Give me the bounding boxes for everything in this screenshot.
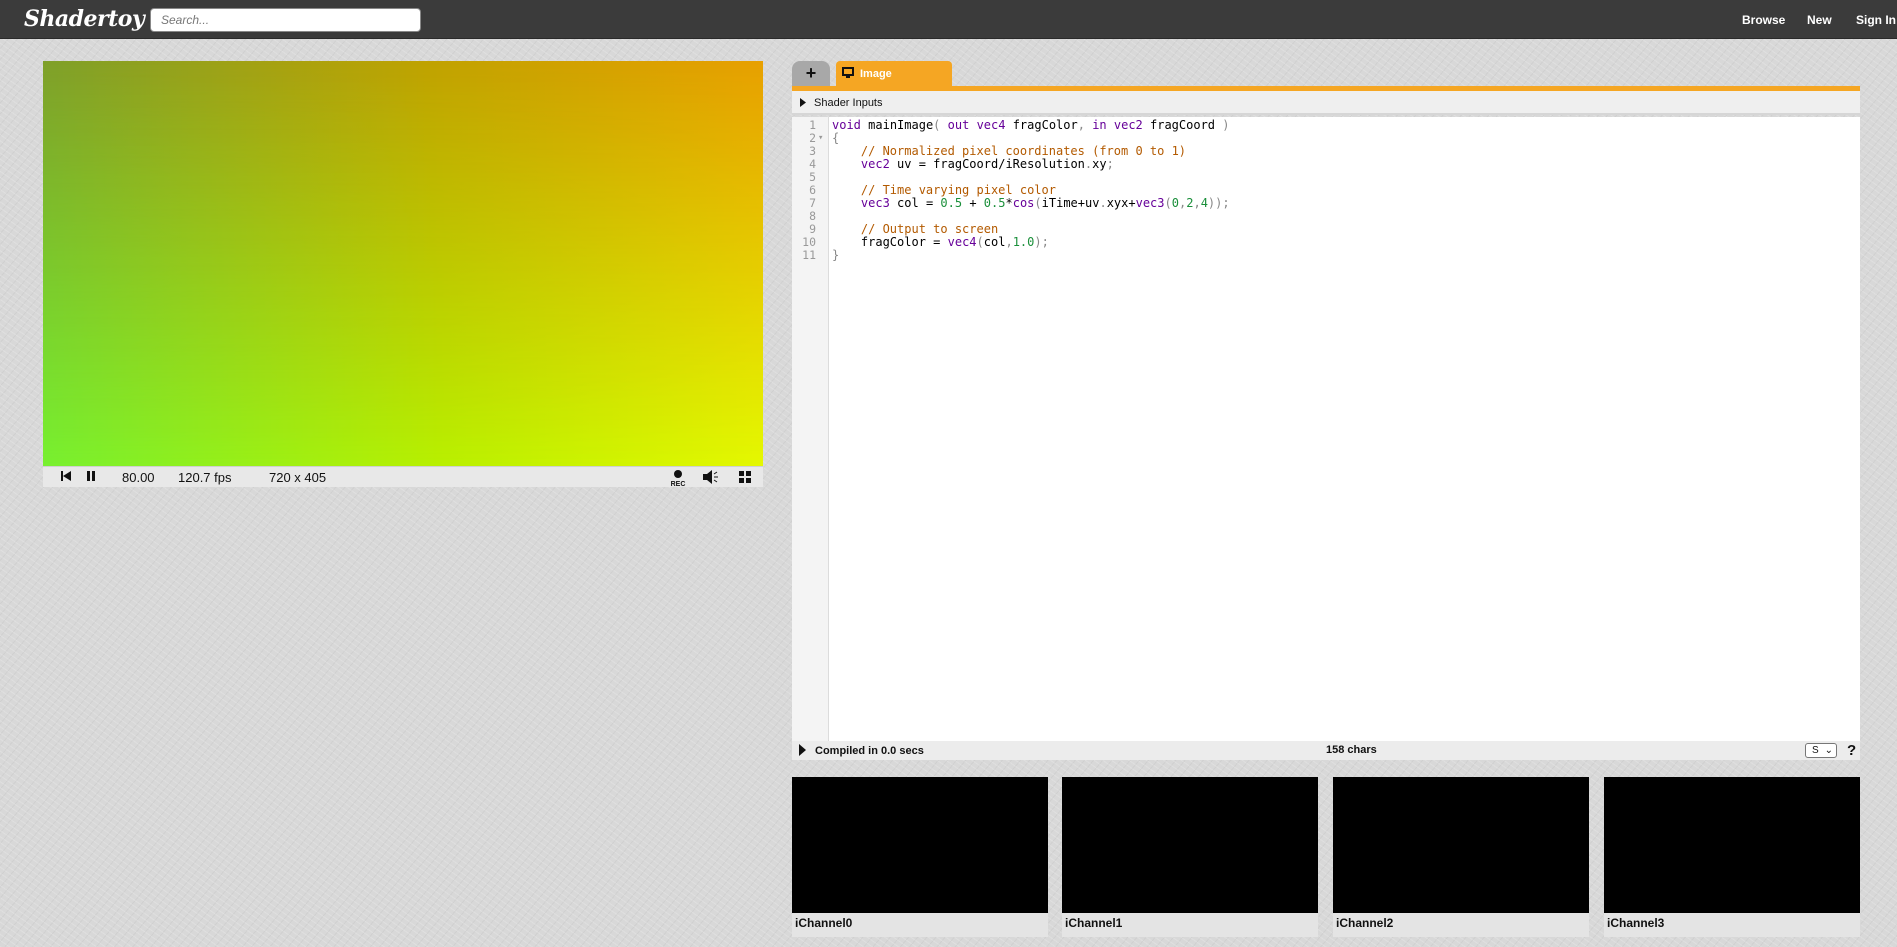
channel-3[interactable]: iChannel3 — [1604, 777, 1860, 937]
volume-icon[interactable] — [702, 469, 720, 488]
channel-0-label: iChannel0 — [795, 916, 853, 930]
tab-image-label: Image — [860, 68, 892, 80]
channel-1-preview[interactable] — [1062, 777, 1318, 913]
tab-image[interactable]: Image — [836, 61, 952, 87]
channel-1-label: iChannel1 — [1065, 916, 1123, 930]
code-text: vec2 uv = fragCoord/iResolution.xy; — [860, 157, 1114, 171]
channel-3-preview[interactable] — [1604, 777, 1860, 913]
nav-sign-in-link[interactable]: Sign In — [1856, 13, 1896, 27]
rewind-icon[interactable] — [60, 470, 72, 485]
fold-arrow-icon[interactable]: ▾ — [818, 132, 823, 145]
shader-inputs-label: Shader Inputs — [814, 97, 883, 109]
nav-browse-link[interactable]: Browse — [1742, 13, 1785, 27]
search-input[interactable] — [150, 8, 421, 32]
expand-arrow-icon — [800, 98, 806, 110]
fps-readout: 120.7 fps — [178, 470, 232, 485]
channel-0-preview[interactable] — [792, 777, 1048, 913]
channel-0[interactable]: iChannel0 — [792, 777, 1048, 937]
code-text: vec3 col = 0.5 + 0.5*cos(iTime+uv.xyx+ve… — [860, 196, 1230, 210]
channel-2-preview[interactable] — [1333, 777, 1589, 913]
font-size-select[interactable]: S ⌄ — [1805, 743, 1837, 758]
shader-player: 80.00 120.7 fps 720 x 405 REC — [43, 61, 763, 488]
line-number: 11 — [802, 248, 816, 262]
shadertoy-logo[interactable]: Shadertoy — [24, 6, 145, 32]
compile-status-text: Compiled in 0.0 secs — [815, 745, 924, 757]
monitor-icon — [842, 67, 854, 82]
code-text: fragColor = vec4(col,1.0); — [832, 235, 1049, 249]
code-text: void mainImage( out vec4 fragColor, in v… — [832, 118, 1230, 132]
time-readout: 80.00 — [122, 470, 155, 485]
shader-inputs-toggle[interactable]: Shader Inputs — [792, 91, 1860, 115]
font-size-select-value: S — [1812, 745, 1819, 756]
svg-text:REC: REC — [671, 481, 686, 488]
record-icon[interactable]: REC — [668, 468, 688, 491]
help-button[interactable]: ? — [1847, 742, 1856, 759]
nav-new-link[interactable]: New — [1807, 13, 1832, 27]
shader-canvas[interactable] — [43, 61, 763, 466]
pause-icon[interactable] — [85, 470, 97, 485]
char-count: 158 chars — [1326, 744, 1377, 756]
top-bar: Shadertoy Browse New Sign In — [0, 0, 1897, 39]
fullscreen-icon[interactable] — [738, 470, 752, 487]
code-editor[interactable]: 1 void mainImage( out vec4 fragColor, in … — [792, 117, 1860, 741]
code-text: } — [832, 248, 840, 262]
expand-status-icon[interactable] — [798, 744, 806, 759]
player-controls-bar: 80.00 120.7 fps 720 x 405 REC — [43, 466, 763, 488]
channel-2[interactable]: iChannel2 — [1333, 777, 1589, 937]
compile-status-bar: Compiled in 0.0 secs 158 chars S ⌄ ? — [792, 741, 1860, 760]
channel-2-label: iChannel2 — [1336, 916, 1394, 930]
resolution-readout: 720 x 405 — [269, 470, 327, 485]
canvas-bottom-gradient — [43, 61, 763, 466]
add-tab-button[interactable]: + — [792, 61, 830, 87]
channel-3-label: iChannel3 — [1607, 916, 1665, 930]
channel-1[interactable]: iChannel1 — [1062, 777, 1318, 937]
